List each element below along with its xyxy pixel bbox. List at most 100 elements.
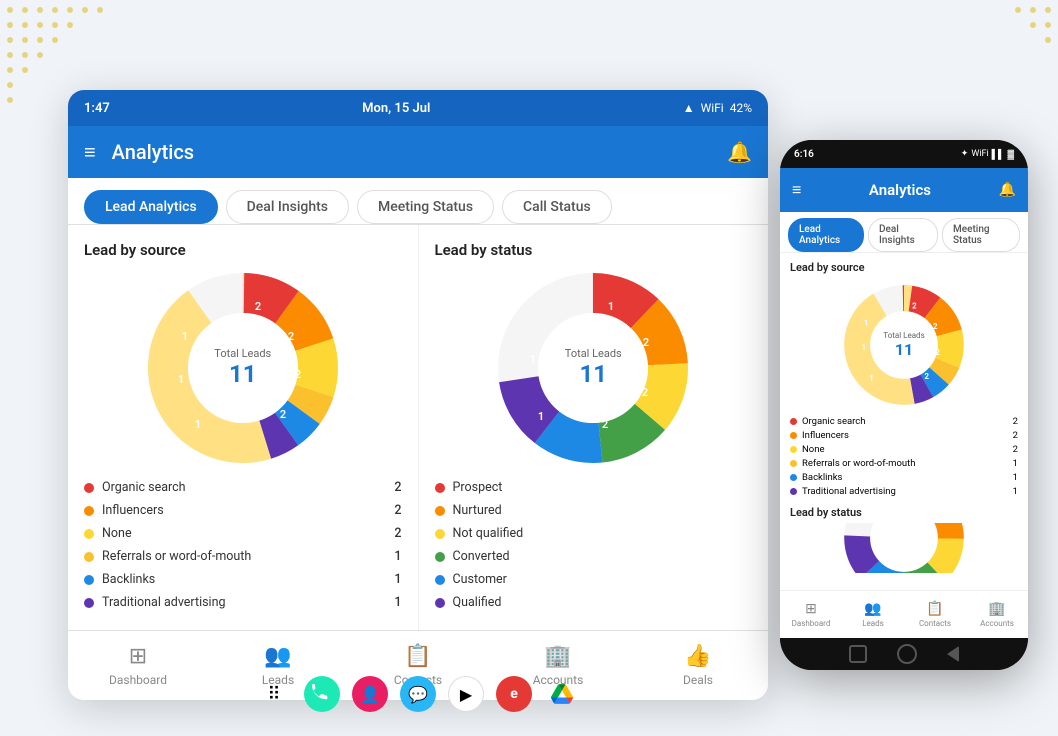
svg-text:1: 1 [869,374,873,383]
deals-icon: 👍 [684,644,711,669]
source-legend: Organic search 2 Influencers 2 [84,476,402,614]
phone-leads-icon: 👥 [864,601,881,617]
legend-item: Converted [435,545,753,568]
phone-tab-meeting-status[interactable]: Meeting Status [942,218,1020,252]
phone-menu-icon[interactable]: ≡ [792,180,801,200]
phone-total-value: 11 [883,340,924,359]
phone-nav-leads[interactable]: 👥 Leads [842,591,904,638]
menu-icon[interactable]: ≡ [84,140,96,165]
phone-app-title: Analytics [869,181,931,199]
legend-label-referrals: Referrals or word-of-mouth [102,549,251,564]
phone-bell-icon[interactable]: 🔔 [999,182,1016,198]
total-status-value: 11 [565,360,622,389]
legend-label-organic: Organic search [102,480,186,495]
phone-dot-traditional [790,488,797,495]
phone-app-icon[interactable] [304,676,340,712]
legend-item: Traditional advertising 1 [84,591,402,614]
wifi-icon: WiFi [701,101,724,115]
phone-dot-none [790,446,797,453]
svg-text:2: 2 [295,368,301,381]
phone-tab-lead-analytics[interactable]: Lead Analytics [788,218,864,252]
leads-icon: 👥 [264,644,291,669]
legend-dot-referrals [84,552,94,562]
legend-dot-converted [435,552,445,562]
phone-legend-item: Traditional advertising 1 [790,484,1018,498]
phone-nav-contacts[interactable]: 📋 Contacts [904,591,966,638]
play-store-icon[interactable]: ▶ [448,676,484,712]
drive-icon[interactable] [544,676,580,712]
phone-nav-label-accounts: Accounts [980,619,1014,628]
legend-item: None 2 [84,522,402,545]
svg-text:2: 2 [288,330,294,343]
tablet-date: Mon, 15 Jul [362,101,430,116]
apps-icon[interactable]: ⠿ [256,676,292,712]
phone-label-backlinks: Backlinks [802,472,842,483]
svg-text:1: 1 [538,410,544,423]
charts-row: Lead by source [68,225,768,630]
phone-back-btn[interactable] [947,646,959,662]
phone-nav-dashboard[interactable]: ⊞ Dashboard [780,591,842,638]
tab-deal-insights[interactable]: Deal Insights [226,190,349,224]
phone-status-chart-preview: 1 [790,523,1018,573]
legend-label-prospect: Prospect [453,480,503,495]
lead-by-status-title: Lead by status [435,241,753,259]
svg-text:1: 1 [608,300,614,313]
phone-screen: ≡ Analytics 🔔 Lead Analytics Deal Insigh… [780,168,1028,638]
phone-value-influencers: 2 [1013,430,1018,441]
legend-dot-backlinks [84,575,94,585]
phone-nav-accounts[interactable]: 🏢 Accounts [966,591,1028,638]
phone-status-section-title: Lead by status [790,506,1018,519]
phone-donut-source: 2 2 2 2 1 1 1 Total Leads 11 [790,280,1018,410]
svg-text:2: 2 [602,418,608,431]
legend-label-influencers: Influencers [102,503,164,518]
status-legend: Prospect Nurtured Not qualified [435,476,753,614]
legend-label-traditional: Traditional advertising [102,595,226,610]
tab-lead-analytics[interactable]: Lead Analytics [84,190,218,224]
header-left: ≡ Analytics [84,140,194,165]
legend-item: Customer [435,568,753,591]
phone-nav-label-dashboard: Dashboard [792,619,831,628]
total-leads-label: Total Leads [214,347,271,360]
profile-app-icon[interactable]: 👤 [352,676,388,712]
svg-text:1: 1 [182,330,188,343]
phone-label-traditional: Traditional advertising [802,486,896,497]
bell-icon[interactable]: 🔔 [727,140,752,164]
phone-dashboard-icon: ⊞ [805,601,817,617]
chat-app-icon[interactable]: 💬 [400,676,436,712]
phone-square-btn[interactable] [849,645,867,663]
phone-tab-deal-insights[interactable]: Deal Insights [868,218,938,252]
phone-source-legend: Organic search 2 Influencers 2 None [790,414,1018,498]
legend-dot-customer [435,575,445,585]
phone-dot-influencers [790,432,797,439]
legend-dot-nurtured [435,506,445,516]
svg-text:2: 2 [280,408,286,421]
legend-value-referrals: 1 [394,549,401,564]
system-tray: ⠿ 👤 💬 ▶ e [68,676,768,712]
total-leads-value: 11 [214,360,271,389]
phone-home-btn[interactable] [897,644,917,664]
tablet-tab-bar: Lead Analytics Deal Insights Meeting Sta… [68,178,768,225]
legend-label-customer: Customer [453,572,507,587]
phone-legend-item: Referrals or word-of-mouth 1 [790,456,1018,470]
svg-text:2: 2 [643,336,649,349]
tablet-time: 1:47 [84,101,110,116]
app-icon-red[interactable]: e [496,676,532,712]
phone-wifi-icon: WiFi [971,149,988,160]
legend-item: Not qualified [435,522,753,545]
tablet-content: Lead by source [68,225,768,630]
tab-call-status[interactable]: Call Status [502,190,612,224]
svg-text:1: 1 [178,373,184,386]
phone-label-referrals: Referrals or word-of-mouth [802,458,915,469]
dashboard-icon: ⊞ [129,644,147,669]
phone-label-none: None [802,444,824,455]
tab-meeting-status[interactable]: Meeting Status [357,190,494,224]
legend-item: Qualified [435,591,753,614]
accounts-icon: 🏢 [544,644,571,669]
svg-text:1: 1 [530,353,536,366]
phone-accounts-icon: 🏢 [988,601,1005,617]
legend-item: Organic search 2 [84,476,402,499]
phone-value-referrals: 1 [1013,458,1018,469]
phone-value-organic: 2 [1013,416,1018,427]
phone-notch-area: 6:16 ✦ WiFi ▌▌ ▓ [780,140,1028,168]
phone-legend-item: Backlinks 1 [790,470,1018,484]
